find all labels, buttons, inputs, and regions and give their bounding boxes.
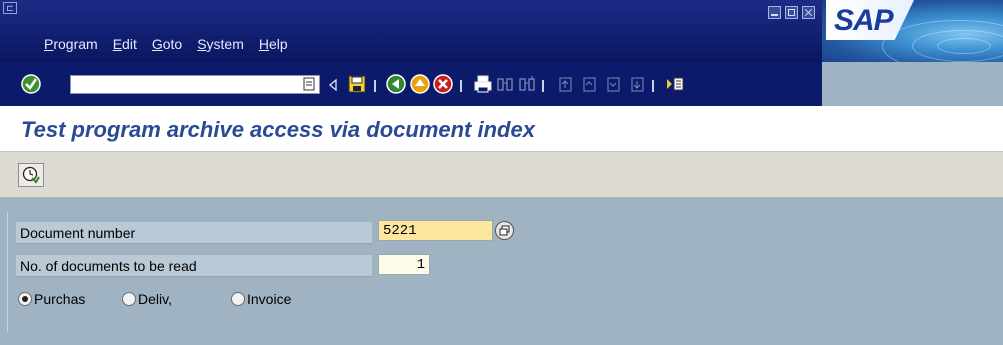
find-button[interactable] xyxy=(494,73,516,95)
last-page-icon xyxy=(631,77,644,92)
printer-icon xyxy=(474,75,492,93)
menu-help[interactable]: Help xyxy=(259,36,288,52)
menu-bar: ⊏ Program Edit Goto System Help SAP xyxy=(0,0,1003,62)
customize-layout-button[interactable] xyxy=(664,73,686,95)
exit-arrow-icon xyxy=(410,74,430,94)
radio-dot-selected[interactable] xyxy=(18,292,32,306)
multiple-selection-icon xyxy=(499,225,510,236)
application-toolbar xyxy=(0,152,1003,198)
print-button[interactable] xyxy=(472,73,494,95)
save-button[interactable] xyxy=(346,73,368,95)
documents-count-label: No. of documents to be read xyxy=(16,255,372,277)
layout-menu-icon xyxy=(667,77,684,91)
enter-button[interactable] xyxy=(20,73,42,95)
window-controls xyxy=(768,6,815,19)
menu-system[interactable]: System xyxy=(197,36,244,52)
standard-toolbar xyxy=(0,62,822,106)
back-button[interactable] xyxy=(385,73,407,95)
sap-logo-text: SAP xyxy=(834,4,894,37)
menu-program[interactable]: Program xyxy=(44,36,98,52)
back-arrow-icon xyxy=(386,74,406,94)
exit-button[interactable] xyxy=(409,73,431,95)
multiple-selection-button[interactable] xyxy=(495,221,514,240)
form-frame-edge xyxy=(7,212,8,332)
toolbar-separator xyxy=(460,80,462,92)
menu-goto[interactable]: Goto xyxy=(152,36,182,52)
cancel-x-icon xyxy=(433,74,453,94)
binoculars-plus-icon xyxy=(519,76,535,91)
toolbar-separator xyxy=(652,80,654,92)
radio-delivery[interactable]: Deliv, xyxy=(122,291,172,307)
radio-label: Deliv, xyxy=(138,291,172,307)
last-page-button[interactable] xyxy=(626,73,648,95)
page-title: Test program archive access via document… xyxy=(21,117,535,142)
menu-edit[interactable]: Edit xyxy=(113,36,137,52)
execute-clock-icon xyxy=(22,166,40,184)
command-field[interactable] xyxy=(70,75,320,94)
sap-logo: SAP xyxy=(822,0,1003,62)
minimize-button[interactable] xyxy=(768,6,781,19)
toolbar-separator xyxy=(374,80,376,92)
collapse-arrow-button[interactable] xyxy=(326,74,340,96)
checkmark-icon xyxy=(21,74,41,94)
document-number-input[interactable] xyxy=(378,220,493,241)
next-page-button[interactable] xyxy=(602,73,624,95)
radio-label: Purchas xyxy=(34,291,86,307)
selection-form: Document number No. of documents to be r… xyxy=(0,198,1003,345)
history-list-icon xyxy=(303,77,315,91)
radio-label: Invoice xyxy=(247,291,292,307)
screen-title-bar: Test program archive access via document… xyxy=(0,106,1003,152)
command-history-button[interactable] xyxy=(300,74,318,94)
radio-dot[interactable] xyxy=(231,292,245,306)
documents-count-input[interactable] xyxy=(378,254,430,275)
next-page-icon xyxy=(607,77,620,92)
system-menu-icon[interactable]: ⊏ xyxy=(3,2,17,14)
radio-purchase-order[interactable]: Purchas xyxy=(18,291,85,307)
floppy-disk-icon xyxy=(348,75,366,93)
first-page-button[interactable] xyxy=(554,73,576,95)
radio-dot[interactable] xyxy=(122,292,136,306)
find-next-button[interactable] xyxy=(516,73,538,95)
previous-page-icon xyxy=(583,77,596,92)
previous-page-button[interactable] xyxy=(578,73,600,95)
first-page-icon xyxy=(559,77,572,92)
triangle-left-icon xyxy=(329,79,337,91)
close-window-button[interactable] xyxy=(802,6,815,19)
menu-list: Program Edit Goto System Help xyxy=(44,36,303,52)
cancel-button[interactable] xyxy=(432,73,454,95)
document-number-label: Document number xyxy=(16,222,372,244)
toolbar-separator xyxy=(542,80,544,92)
maximize-button[interactable] xyxy=(785,6,798,19)
execute-button[interactable] xyxy=(18,163,44,187)
binoculars-icon xyxy=(497,78,513,91)
radio-invoice[interactable]: Invoice xyxy=(231,291,291,307)
